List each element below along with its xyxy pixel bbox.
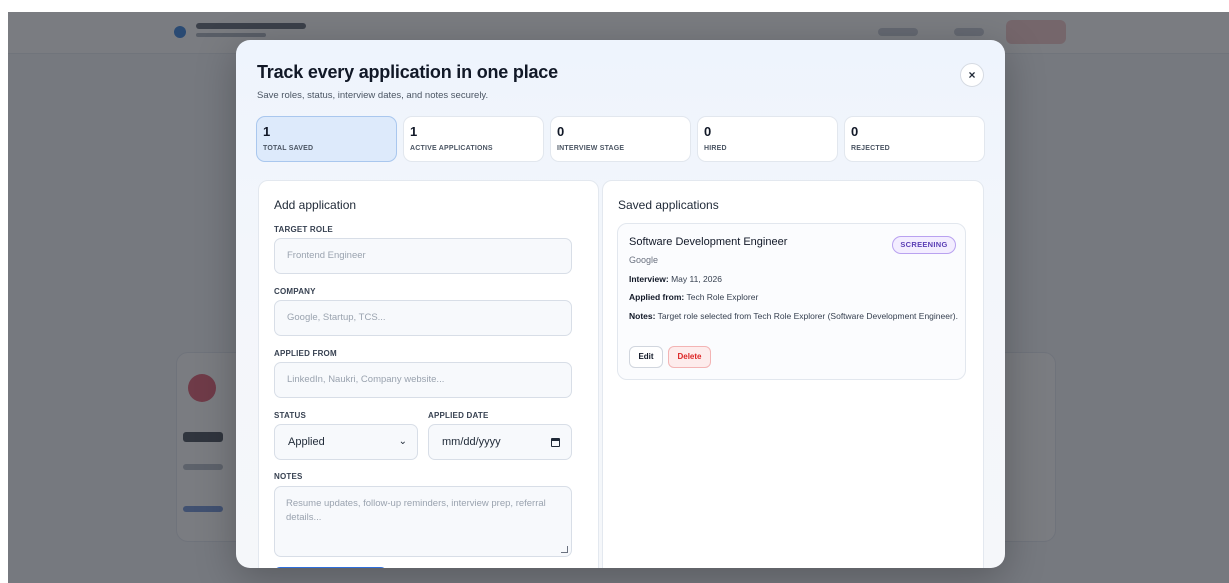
interview-date: May 11, 2026 (671, 274, 722, 284)
delete-button[interactable]: Delete (668, 346, 711, 368)
notes-label: Notes: (629, 311, 656, 321)
stat-label: HIRED (704, 145, 727, 152)
add-application-panel: Add application TARGET ROLE Frontend Eng… (258, 180, 599, 568)
stat-interview-stage[interactable]: 0 INTERVIEW STAGE (550, 116, 691, 162)
save-application-button[interactable] (274, 567, 387, 568)
application-interview: Interview: May 11, 2026 (629, 273, 959, 285)
stats-row: 1 TOTAL SAVED 1 ACTIVE APPLICATIONS 0 IN… (256, 116, 985, 162)
app-screen: Track every application in one place Sav… (8, 12, 1229, 583)
application-role: Software Development Engineer (629, 236, 788, 248)
status-select-value: Applied (288, 436, 325, 448)
stat-value: 0 (704, 124, 712, 139)
applied-from-value: Tech Role Explorer (686, 292, 759, 302)
close-button[interactable]: × (960, 63, 984, 87)
stat-label: REJECTED (851, 145, 890, 152)
panel-title: Saved applications (618, 198, 719, 212)
company-input[interactable]: Google, Startup, TCS... (274, 300, 572, 336)
applied-date-label: APPLIED DATE (428, 411, 489, 420)
application-tracker-modal: Track every application in one place Sav… (236, 40, 1005, 568)
resize-handle-icon[interactable] (561, 546, 568, 553)
notes-value: Target role selected from Tech Role Expl… (657, 311, 958, 321)
saved-applications-panel: Saved applications Software Development … (602, 180, 984, 568)
notes-label: NOTES (274, 472, 303, 481)
stat-rejected[interactable]: 0 REJECTED (844, 116, 985, 162)
stat-label: INTERVIEW STAGE (557, 145, 625, 152)
applied-from-label: APPLIED FROM (274, 349, 337, 358)
edit-button[interactable]: Edit (629, 346, 663, 368)
stat-value: 1 (410, 124, 418, 139)
stat-label: TOTAL SAVED (263, 145, 314, 152)
applied-from-label: Applied from: (629, 292, 685, 302)
target-role-label: TARGET ROLE (274, 225, 333, 234)
stat-active-applications[interactable]: 1 ACTIVE APPLICATIONS (403, 116, 544, 162)
textarea-placeholder: Resume updates, follow-up reminders, int… (286, 498, 546, 523)
close-icon: × (968, 68, 976, 82)
saved-application-card: Software Development Engineer SCREENING … (617, 223, 966, 380)
applied-from-input[interactable]: LinkedIn, Naukri, Company website... (274, 362, 572, 398)
application-company: Google (629, 255, 659, 265)
notes-textarea[interactable]: Resume updates, follow-up reminders, int… (274, 486, 572, 557)
target-role-input[interactable]: Frontend Engineer (274, 238, 572, 274)
application-notes: Notes: Target role selected from Tech Ro… (629, 310, 959, 322)
status-badge: SCREENING (892, 236, 956, 254)
calendar-icon[interactable] (551, 438, 560, 447)
company-label: COMPANY (274, 287, 316, 296)
stat-hired[interactable]: 0 HIRED (697, 116, 838, 162)
application-applied-from: Applied from: Tech Role Explorer (629, 291, 959, 303)
stat-value: 0 (851, 124, 859, 139)
status-select[interactable]: Applied ⌄ (274, 424, 418, 460)
panel-title: Add application (274, 198, 357, 212)
modal-subtitle: Save roles, status, interview dates, and… (257, 90, 489, 101)
chevron-down-icon: ⌄ (398, 436, 407, 447)
input-placeholder: Google, Startup, TCS... (287, 312, 386, 323)
stat-value: 1 (263, 124, 271, 139)
interview-label: Interview: (629, 274, 669, 284)
stat-label: ACTIVE APPLICATIONS (410, 145, 493, 152)
status-label: STATUS (274, 411, 307, 420)
stat-total-saved[interactable]: 1 TOTAL SAVED (256, 116, 397, 162)
applied-date-input[interactable]: mm/dd/yyyy (428, 424, 572, 460)
modal-title: Track every application in one place (257, 62, 558, 82)
input-placeholder: Frontend Engineer (287, 250, 366, 261)
input-placeholder: LinkedIn, Naukri, Company website... (287, 374, 445, 385)
stat-value: 0 (557, 124, 565, 139)
date-placeholder: mm/dd/yyyy (442, 436, 501, 448)
